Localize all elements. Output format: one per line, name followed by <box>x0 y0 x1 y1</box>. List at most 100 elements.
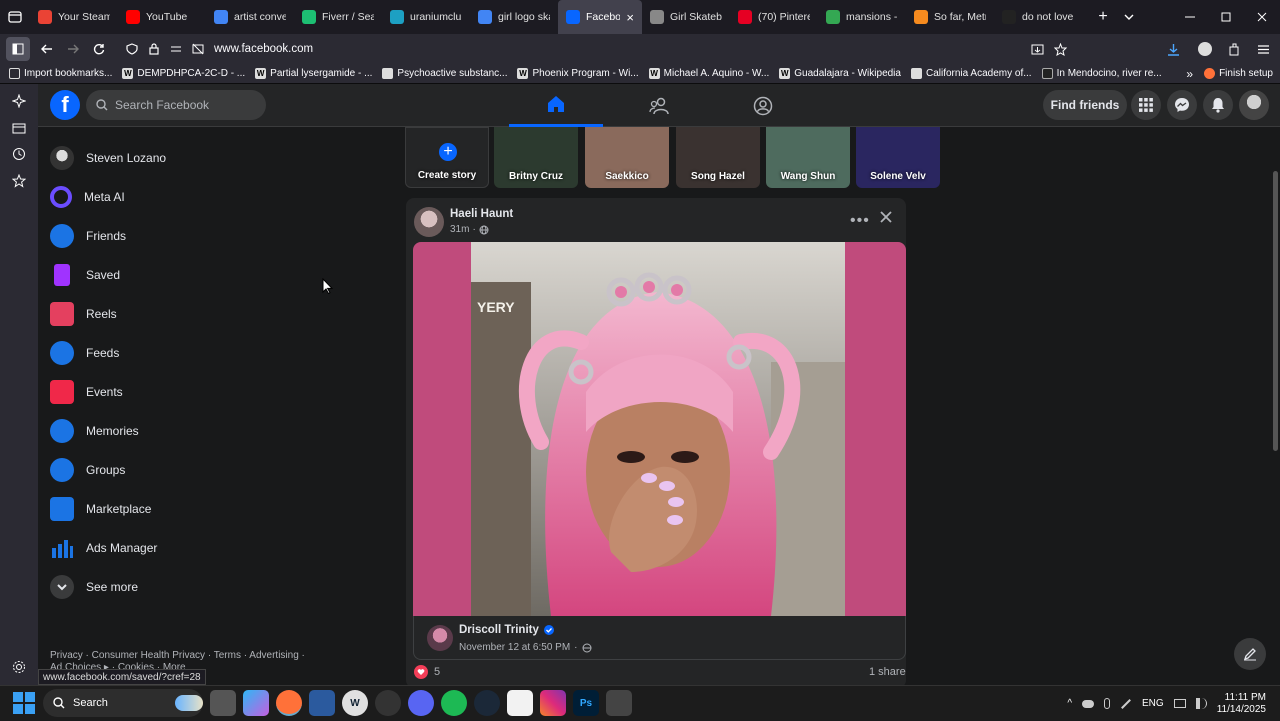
store-icon[interactable] <box>507 690 533 716</box>
post-author-name[interactable]: Haeli Haunt <box>450 208 513 220</box>
notifications-button[interactable] <box>1203 90 1233 120</box>
tab-fiverr[interactable]: Fiverr / Searc <box>294 0 382 34</box>
pen-icon[interactable] <box>1121 698 1131 709</box>
network-icon[interactable] <box>1173 699 1186 708</box>
shared-post-date[interactable]: November 12 at 6:50 PM <box>459 642 570 653</box>
sidebar-item-marketplace[interactable]: Marketplace <box>50 494 151 524</box>
photoshop-icon[interactable]: Ps <box>573 690 599 716</box>
story-card[interactable]: Saekkico <box>585 127 669 188</box>
sidebar-item-reels[interactable]: Reels <box>50 299 117 329</box>
wordpad-icon[interactable]: W <box>342 690 368 716</box>
tab-pinterest[interactable]: (70) Pinterest <box>730 0 818 34</box>
synced-tabs-icon[interactable] <box>10 119 28 137</box>
lock-icon[interactable] <box>148 43 160 55</box>
new-message-button[interactable] <box>1234 638 1266 670</box>
instagram-icon[interactable] <box>540 690 566 716</box>
tab-list-icon[interactable] <box>0 4 30 30</box>
cloud-icon[interactable] <box>1082 699 1095 708</box>
tab-bandcamp[interactable]: uraniumclub <box>382 0 470 34</box>
sidebar-item-see-more[interactable]: See more <box>50 572 138 602</box>
post-image[interactable]: YERY <box>471 242 845 616</box>
taskbar-search[interactable]: Search <box>43 689 203 717</box>
bookmark-item[interactable]: W Michael A. Aquino - W... <box>644 68 775 79</box>
editor-icon[interactable] <box>309 690 335 716</box>
shield-icon[interactable] <box>126 43 138 55</box>
sidebar-item-meta-ai[interactable]: Meta AI <box>50 182 125 212</box>
bookmarks-icon[interactable] <box>10 172 28 190</box>
discord-icon[interactable] <box>408 690 434 716</box>
history-icon[interactable] <box>10 145 28 163</box>
terminal-icon[interactable] <box>606 690 632 716</box>
search-box[interactable]: Search Facebook <box>86 90 266 120</box>
tab-site[interactable]: So far, Metrol <box>906 0 994 34</box>
shared-post-box[interactable]: Driscoll Trinity November 12 at 6:50 PM … <box>413 616 906 660</box>
friends-tab[interactable] <box>612 84 706 127</box>
story-card[interactable]: Britny Cruz <box>494 127 578 188</box>
story-card[interactable]: Wang Shun <box>766 127 850 188</box>
sidebar-item-events[interactable]: Events <box>50 377 123 407</box>
shared-author-avatar[interactable] <box>427 625 453 651</box>
menu-grid-button[interactable] <box>1131 90 1161 120</box>
back-button[interactable] <box>34 36 60 62</box>
bookmark-item[interactable]: W Phoenix Program - Wi... <box>512 68 643 79</box>
tab-overflow-chevron-icon[interactable] <box>1116 4 1142 30</box>
url-bar[interactable]: www.facebook.com <box>120 36 1280 62</box>
permissions-icon[interactable] <box>170 43 182 55</box>
reload-button[interactable] <box>86 36 112 62</box>
post-options-icon[interactable]: ••• <box>850 212 870 230</box>
post-time[interactable]: 31m <box>450 224 469 235</box>
story-card[interactable]: Solene Velv <box>856 127 940 188</box>
love-reaction-icon[interactable] <box>414 665 428 679</box>
bookmark-item[interactable]: Psychoactive substanc... <box>377 68 512 79</box>
messenger-button[interactable] <box>1167 90 1197 120</box>
close-tab-icon[interactable]: × <box>626 10 634 25</box>
bookmark-item[interactable]: In Mendocino, river re... <box>1037 68 1167 79</box>
sidebar-item-steven-lozano[interactable]: Steven Lozano <box>50 143 166 173</box>
post-author-avatar[interactable] <box>414 207 444 237</box>
post-image-frame[interactable]: YERY <box>413 242 906 616</box>
account-icon[interactable] <box>1198 42 1212 56</box>
footer-links-line-1[interactable]: Privacy · Consumer Health Privacy · Term… <box>50 650 330 662</box>
install-icon[interactable] <box>1031 43 1044 56</box>
settings-gear-icon[interactable] <box>10 658 28 676</box>
sidebar-item-memories[interactable]: Memories <box>50 416 139 446</box>
sidebar-toggle-icon[interactable] <box>6 37 30 61</box>
start-button[interactable] <box>13 692 35 714</box>
sidebar-item-friends[interactable]: Friends <box>50 221 126 251</box>
tracking-icon[interactable] <box>192 43 204 55</box>
extensions-icon[interactable] <box>1228 43 1241 56</box>
create-story-card[interactable]: + Create story <box>405 127 489 188</box>
shared-author-name[interactable]: Driscoll Trinity <box>459 624 539 636</box>
reaction-count[interactable]: 5 <box>434 666 440 678</box>
bookmark-star-icon[interactable] <box>1054 42 1067 56</box>
chatgpt-icon[interactable] <box>375 690 401 716</box>
sidebar-item-feeds[interactable]: Feeds <box>50 338 119 368</box>
profile-tab[interactable] <box>716 84 810 127</box>
tab-gmail[interactable]: Your Steam ac <box>30 0 118 34</box>
microphone-icon[interactable] <box>1104 698 1111 709</box>
spotify-icon[interactable] <box>441 690 467 716</box>
bookmark-item[interactable]: California Academy of... <box>906 68 1037 79</box>
tab-google[interactable]: artist convent <box>206 0 294 34</box>
story-card[interactable]: Song Hazel <box>676 127 760 188</box>
sidebar-item-ads-manager[interactable]: Ads Manager <box>50 533 157 563</box>
finish-setup-link[interactable]: Finish setup <box>1199 68 1278 79</box>
tab-facebook[interactable]: Facebook × <box>558 0 642 34</box>
minimize-button[interactable] <box>1172 4 1208 30</box>
sidebar-item-saved[interactable]: Saved <box>50 260 120 290</box>
url-text[interactable]: www.facebook.com <box>214 43 313 55</box>
bookmark-item[interactable]: Import bookmarks... <box>4 68 117 79</box>
tab-google[interactable]: girl logo skat <box>470 0 558 34</box>
downloads-icon[interactable] <box>1167 43 1180 56</box>
tab-maps[interactable]: mansions - G <box>818 0 906 34</box>
sidebar-item-groups[interactable]: Groups <box>50 455 125 485</box>
bookmarks-overflow-icon[interactable]: » <box>1186 67 1193 81</box>
tab-image[interactable]: Girl Skateboa <box>642 0 730 34</box>
tab-tiktok[interactable]: do not love m <box>994 0 1082 34</box>
find-friends-button[interactable]: Find friends <box>1043 90 1127 120</box>
copilot-icon[interactable] <box>243 690 269 716</box>
task-view-icon[interactable] <box>210 690 236 716</box>
bookmark-item[interactable]: W Guadalajara - Wikipedia <box>774 68 906 79</box>
clock[interactable]: 11:11 PM 11/14/2025 <box>1217 692 1266 716</box>
share-count[interactable]: 1 share <box>869 666 906 678</box>
